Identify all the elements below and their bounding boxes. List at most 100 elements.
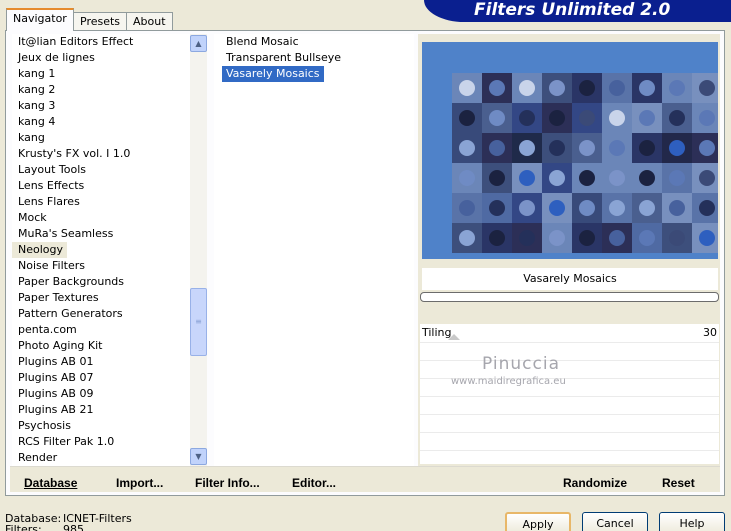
mosaic-dot <box>549 110 565 126</box>
mosaic-dot <box>669 170 685 186</box>
category-item[interactable]: Layout Tools <box>12 162 190 178</box>
mosaic-dot <box>519 230 535 246</box>
category-item[interactable]: Plugins AB 01 <box>12 354 190 370</box>
mosaic-dot <box>549 170 565 186</box>
category-item[interactable]: Plugins AB 21 <box>12 402 190 418</box>
watermark-url: www.maidiregrafica.eu <box>451 376 566 387</box>
category-scrollbar[interactable]: ▲ ≡ ▼ <box>190 34 207 466</box>
mosaic-dot <box>549 80 565 96</box>
apply-button[interactable]: Apply <box>505 512 571 531</box>
mosaic-dot <box>639 230 655 246</box>
watermark-name: Pinuccia <box>482 354 560 374</box>
mosaic-dot <box>459 170 475 186</box>
category-item[interactable]: Pattern Generators <box>12 306 190 322</box>
param-value: 30 <box>703 326 717 339</box>
editor-button[interactable]: Editor... <box>292 476 336 490</box>
mosaic-dot <box>459 230 475 246</box>
mosaic-dot <box>579 80 595 96</box>
tab-presets[interactable]: Presets <box>73 12 128 30</box>
mosaic-dot <box>609 140 625 156</box>
category-item[interactable]: Render <box>12 450 190 466</box>
mosaic-dot <box>489 80 505 96</box>
category-item[interactable]: Photo Aging Kit <box>12 338 190 354</box>
category-item[interactable]: Lens Effects <box>12 178 190 194</box>
help-button[interactable]: Help <box>659 512 725 531</box>
category-list[interactable]: It@lian Editors Effect Jeux de lignes kang… <box>12 34 190 466</box>
mosaic-dot <box>489 200 505 216</box>
category-item[interactable]: Jeux de lignes <box>12 50 190 66</box>
category-item[interactable]: Lens Flares <box>12 194 190 210</box>
mosaic-dot <box>459 80 475 96</box>
mosaic-dot <box>699 110 715 126</box>
mosaic-dot <box>519 80 535 96</box>
category-item[interactable]: RCS Filter Pak 1.0 <box>12 434 190 450</box>
mosaic-dot <box>549 140 565 156</box>
mosaic-dot <box>609 170 625 186</box>
mosaic-dot <box>609 230 625 246</box>
mosaic-dot <box>639 110 655 126</box>
mosaic-dot <box>489 110 505 126</box>
mosaic-dot <box>669 230 685 246</box>
randomize-button[interactable]: Randomize <box>563 476 627 490</box>
parameter-area: Tiling 30 <box>420 324 719 464</box>
category-item[interactable]: Paper Textures <box>12 290 190 306</box>
mosaic-dot <box>609 80 625 96</box>
filter-item[interactable]: Transparent Bullseye <box>222 50 345 66</box>
database-button[interactable]: Database <box>24 476 77 490</box>
mosaic-dot <box>669 80 685 96</box>
status-filters-value: 985 <box>63 523 84 531</box>
mosaic-preview <box>452 73 718 253</box>
category-item[interactable]: Krusty's FX vol. I 1.0 <box>12 146 190 162</box>
mosaic-dot <box>549 230 565 246</box>
category-item[interactable]: kang 3 <box>12 98 190 114</box>
mosaic-dot <box>489 230 505 246</box>
category-item[interactable]: Plugins AB 09 <box>12 386 190 402</box>
import-button[interactable]: Import... <box>116 476 163 490</box>
slider-handle[interactable] <box>448 334 460 340</box>
mosaic-dot <box>699 140 715 156</box>
mosaic-dot <box>699 230 715 246</box>
mosaic-dot <box>519 170 535 186</box>
mosaic-dot <box>519 140 535 156</box>
category-item[interactable]: Plugins AB 07 <box>12 370 190 386</box>
cancel-button[interactable]: Cancel <box>582 512 648 531</box>
filter-list[interactable]: Blend Mosaic Transparent Bullseye Vasarely… <box>214 34 414 466</box>
filter-item[interactable]: Blend Mosaic <box>222 34 303 50</box>
status-filters-label: Filters: <box>5 523 42 531</box>
filter-info-button[interactable]: Filter Info... <box>195 476 260 490</box>
category-item[interactable]: Psychosis <box>12 418 190 434</box>
mosaic-dot <box>609 110 625 126</box>
scroll-up-button[interactable]: ▲ <box>190 35 207 52</box>
category-item[interactable]: penta.com <box>12 322 190 338</box>
mosaic-dot <box>639 140 655 156</box>
category-item[interactable]: Mock <box>12 210 190 226</box>
filter-name-label: Vasarely Mosaics <box>422 268 718 290</box>
category-item[interactable]: MuRa's Seamless <box>12 226 190 242</box>
mosaic-dot <box>669 110 685 126</box>
preview-image <box>422 42 718 259</box>
scroll-thumb[interactable]: ≡ <box>190 288 207 356</box>
mosaic-dot <box>579 110 595 126</box>
category-item[interactable]: Noise Filters <box>12 258 190 274</box>
param-row-tiling[interactable]: Tiling 30 <box>420 324 719 342</box>
app-title: Filters Unlimited 2.0 <box>424 0 731 22</box>
mosaic-dot <box>639 170 655 186</box>
tab-navigator[interactable]: Navigator <box>6 8 74 31</box>
category-item[interactable]: It@lian Editors Effect <box>12 34 190 50</box>
category-item[interactable]: Paper Backgrounds <box>12 274 190 290</box>
reset-button[interactable]: Reset <box>662 476 695 490</box>
category-item[interactable]: kang 4 <box>12 114 190 130</box>
mosaic-dot <box>519 110 535 126</box>
category-item[interactable]: kang 1 <box>12 66 190 82</box>
mosaic-dot <box>489 170 505 186</box>
tab-about[interactable]: About <box>126 12 173 30</box>
category-item[interactable]: kang <box>12 130 190 146</box>
mosaic-dot <box>459 140 475 156</box>
filter-item[interactable]: Vasarely Mosaics <box>222 66 324 82</box>
category-item[interactable]: Neology <box>12 242 68 258</box>
bottom-toolbar: Database Import... Filter Info... Editor… <box>10 466 720 492</box>
category-item[interactable]: kang 2 <box>12 82 190 98</box>
mosaic-dot <box>519 200 535 216</box>
scroll-down-button[interactable]: ▼ <box>190 448 207 465</box>
mosaic-dot <box>579 230 595 246</box>
